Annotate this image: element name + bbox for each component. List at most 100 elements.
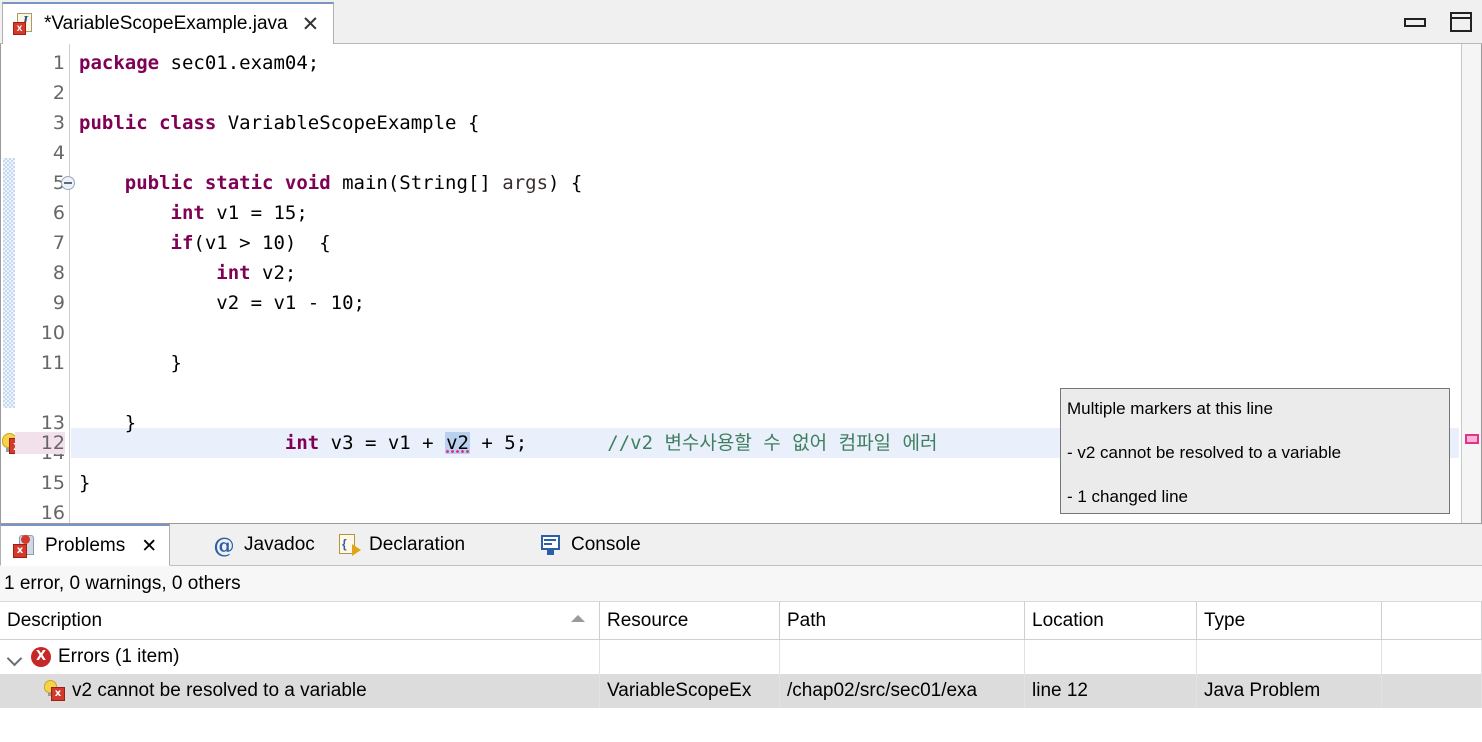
tab-declaration-label: Declaration — [369, 534, 466, 555]
cell-type: Java Problem — [1197, 674, 1382, 708]
line-number-8: 8 — [52, 262, 65, 284]
tab-problems[interactable]: x Problems ✕ — [0, 524, 171, 566]
line-number-10: 10 — [40, 322, 65, 344]
column-header-label: Description — [7, 609, 103, 631]
code-line-8: 8 int v2; — [1, 258, 1481, 288]
line-12-indent — [193, 432, 285, 454]
code-line-2: 2 — [1, 78, 1481, 108]
cell-resource — [600, 640, 780, 674]
javadoc-at-icon: @ — [213, 532, 235, 558]
column-header-blank[interactable] — [1382, 602, 1482, 639]
problems-summary: 1 error, 0 warnings, 0 others — [0, 566, 1482, 602]
code-line-1: 1 package sec01.exam04; — [1, 48, 1481, 78]
tab-console[interactable]: Console — [527, 524, 653, 566]
column-header-type[interactable]: Type — [1197, 602, 1382, 639]
column-header-description[interactable]: Description — [0, 602, 600, 639]
window-controls — [1404, 12, 1472, 32]
line-6-code: int v1 = 15; — [170, 202, 308, 224]
line-1-code: package sec01.exam04; — [79, 52, 320, 74]
minimize-icon[interactable] — [1404, 17, 1426, 27]
line-12-mid: v3 = v1 + — [319, 432, 446, 454]
cell-resource: VariableScopeEx — [600, 674, 780, 708]
column-header-label: Resource — [607, 609, 689, 631]
marker-tooltip: Multiple markers at this line - v2 canno… — [1060, 388, 1450, 514]
eclipse-window: J x *VariableScopeExample.java ✕ 1 packag… — [0, 0, 1482, 742]
code-line-10: 10 — [1, 318, 1481, 348]
column-header-label: Type — [1204, 609, 1246, 631]
code-line-11: 11 } — [1, 348, 1481, 378]
line-number-4: 4 — [52, 142, 65, 164]
line-number-3: 3 — [52, 112, 65, 134]
table-row-problem[interactable]: x v2 cannot be resolved to a variable Va… — [0, 674, 1482, 708]
tab-problems-label: Problems — [45, 534, 126, 556]
chevron-down-icon[interactable] — [7, 649, 23, 665]
line-8-code: int v2; — [216, 262, 297, 284]
tab-javadoc-label: Javadoc — [244, 534, 315, 555]
cell-path — [780, 640, 1025, 674]
line-12-comment: //v2 변수사용할 수 없어 컴파일 에러 — [607, 432, 938, 454]
code-line-4: 4 — [1, 138, 1481, 168]
fold-collapse-icon[interactable] — [61, 176, 75, 190]
close-icon[interactable]: ✕ — [141, 535, 157, 557]
editor-tab-title: *VariableScopeExample.java — [44, 13, 288, 34]
line-number-5: 5 — [52, 172, 65, 194]
editor-tab-row: J x *VariableScopeExample.java ✕ — [0, 0, 1482, 45]
cell-description: x v2 cannot be resolved to a variable — [0, 674, 600, 708]
problems-view-part: x Problems ✕ @ Javadoc { Declaration Con… — [0, 524, 1482, 742]
line-number-2: 2 — [52, 82, 65, 104]
cell-type — [1197, 640, 1382, 674]
close-icon[interactable]: ✕ — [302, 13, 320, 35]
column-header-path[interactable]: Path — [780, 602, 1025, 639]
problem-description: v2 cannot be resolved to a variable — [72, 680, 367, 701]
overview-ruler[interactable] — [1461, 44, 1481, 523]
line-number-15: 15 — [40, 472, 65, 494]
cell-extra — [1382, 640, 1482, 674]
code-line-6: 6 int v1 = 15; — [1, 198, 1481, 228]
line-12-suffix: + 5; — [469, 432, 528, 454]
line-number-1: 1 — [52, 52, 65, 74]
line-3-code: public class VariableScopeExample { — [79, 112, 480, 134]
cell-location — [1025, 640, 1197, 674]
table-row-errors-group[interactable]: X Errors (1 item) — [0, 640, 1482, 674]
line-5-code: public static void main(String[] args) { — [124, 172, 583, 194]
editor-part: J x *VariableScopeExample.java ✕ 1 packag… — [0, 0, 1482, 524]
line-12-keyword: int — [284, 432, 320, 454]
sort-ascending-icon — [571, 615, 585, 622]
errors-group-label: Errors (1 item) — [58, 646, 180, 667]
line-number-7: 7 — [52, 232, 65, 254]
column-header-resource[interactable]: Resource — [600, 602, 780, 639]
problems-table: Description Resource Path Location Type X Er… — [0, 602, 1482, 742]
maximize-icon[interactable] — [1450, 12, 1472, 32]
code-line-9: 9 v2 = v1 - 10; — [1, 288, 1481, 318]
cell-extra — [1382, 674, 1482, 708]
column-header-location[interactable]: Location — [1025, 602, 1197, 639]
unresolved-variable-token[interactable]: v2 — [445, 432, 470, 454]
line-12-code: int v3 = v1 + v2 + 5; //v2 변수사용할 수 없어 컴파… — [79, 398, 937, 488]
declaration-icon: { — [337, 533, 361, 557]
line-number-6: 6 — [52, 202, 65, 224]
quickfix-error-icon: x — [42, 680, 66, 702]
line-12-gap — [527, 432, 607, 454]
code-line-7: 7 if(v1 > 10) { — [1, 228, 1481, 258]
tooltip-line-2: - v2 cannot be resolved to a variable — [1067, 443, 1342, 462]
tab-javadoc[interactable]: @ Javadoc — [200, 524, 327, 566]
line-number-9: 9 — [52, 292, 65, 314]
line-9-code: v2 = v1 - 10; — [79, 292, 365, 314]
cell-location: line 12 — [1025, 674, 1197, 708]
overview-error-marker[interactable] — [1465, 434, 1479, 444]
editor-tab-variablescopeexample[interactable]: J x *VariableScopeExample.java ✕ — [2, 2, 335, 45]
cell-description: X Errors (1 item) — [0, 640, 600, 674]
console-icon — [539, 533, 563, 557]
line-11-code: } — [79, 352, 182, 374]
tooltip-line-3: - 1 changed line — [1067, 487, 1188, 506]
tab-declaration[interactable]: { Declaration — [325, 524, 477, 566]
column-header-label: Path — [787, 609, 827, 631]
problems-icon: x — [13, 534, 37, 558]
java-file-error-icon: J x — [13, 12, 35, 36]
line-number-11: 11 — [40, 352, 65, 374]
cell-path: /chap02/src/sec01/exa — [780, 674, 1025, 708]
tab-console-label: Console — [571, 534, 641, 555]
code-line-5: 5 public static void main(String[] args)… — [1, 168, 1481, 198]
error-squiggle — [445, 449, 470, 453]
table-header-row: Description Resource Path Location Type — [0, 602, 1482, 640]
